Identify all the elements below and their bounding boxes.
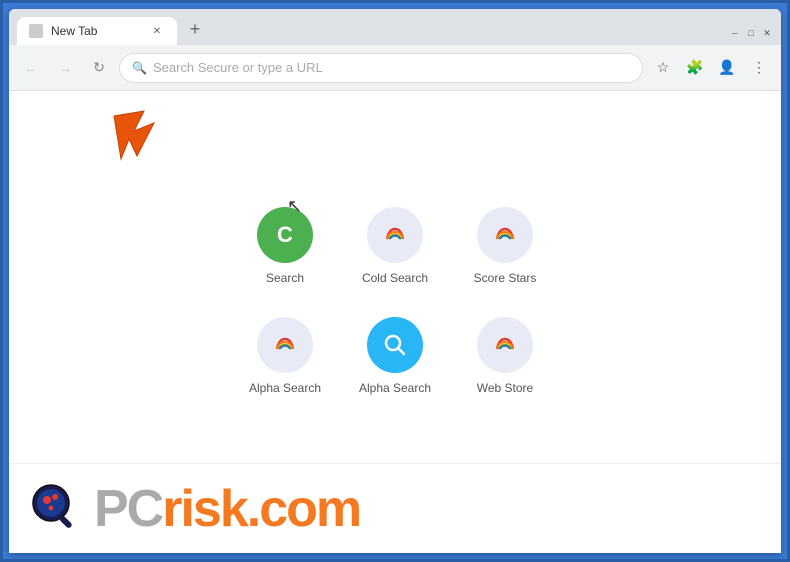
toolbar: ← → ↻ 🔍 Search Secure or type a URL ☆ 🧩 … [9, 45, 781, 91]
watermark: PCrisk.com [9, 463, 781, 553]
new-tab-button[interactable]: + [181, 15, 209, 43]
watermark-text: PCrisk.com [94, 483, 360, 535]
tab-title: New Tab [51, 24, 141, 38]
lock-icon: 🔍 [132, 61, 147, 75]
profile-button[interactable]: 👤 [713, 54, 741, 82]
toolbar-right: ☆ 🧩 👤 ⋮ [649, 54, 773, 82]
maximize-button[interactable] [745, 27, 757, 39]
watermark-brand-orange: risk.com [162, 480, 360, 538]
address-input[interactable]: Search Secure or type a URL [153, 60, 630, 75]
shortcut-search[interactable]: C Search [245, 207, 325, 307]
active-tab[interactable]: New Tab ✕ [17, 17, 177, 45]
forward-button[interactable]: → [51, 54, 79, 82]
address-bar[interactable]: 🔍 Search Secure or type a URL [119, 53, 643, 83]
bookmark-button[interactable]: ☆ [649, 54, 677, 82]
tab-close-button[interactable]: ✕ [149, 23, 165, 39]
close-button[interactable] [761, 27, 773, 39]
shortcut-label-web-store: Web Store [477, 381, 533, 395]
title-bar: New Tab ✕ + [9, 9, 781, 45]
pcrisk-logo-icon [29, 481, 84, 536]
window-controls [729, 27, 773, 39]
arrow-annotation [99, 101, 179, 186]
shortcut-icon-cold-search [367, 207, 423, 263]
shortcut-score-stars[interactable]: Score Stars [465, 207, 545, 307]
arrow-icon [99, 101, 179, 181]
back-button[interactable]: ← [17, 54, 45, 82]
shortcut-label-score-stars: Score Stars [474, 271, 537, 285]
extensions-button[interactable]: 🧩 [681, 54, 709, 82]
shortcut-alpha-search-2[interactable]: Alpha Search [355, 317, 435, 417]
watermark-logo [29, 481, 84, 536]
reload-button[interactable]: ↻ [85, 54, 113, 82]
shortcut-label-cold-search: Cold Search [362, 271, 428, 285]
shortcut-label-search: Search [266, 271, 304, 285]
shortcut-icon-score-stars [477, 207, 533, 263]
page-content: ↖ C Search [9, 91, 781, 553]
browser-window: New Tab ✕ + ← → ↻ 🔍 Search Secure or typ… [9, 9, 781, 553]
shortcut-icon-alpha-search-2 [367, 317, 423, 373]
shortcut-icon-search: C [257, 207, 313, 263]
shortcut-web-store[interactable]: Web Store [465, 317, 545, 417]
tab-favicon [29, 24, 43, 38]
shortcut-alpha-search-1[interactable]: Alpha Search [245, 317, 325, 417]
shortcut-label-alpha-search-2: Alpha Search [359, 381, 431, 395]
shortcut-icon-alpha-search-1 [257, 317, 313, 373]
watermark-brand-gray: PC [94, 480, 162, 538]
shortcut-cold-search[interactable]: Cold Search [355, 207, 435, 307]
shortcut-icon-web-store [477, 317, 533, 373]
shortcuts-grid: C Search Cold Search [245, 207, 545, 417]
menu-button[interactable]: ⋮ [745, 54, 773, 82]
shortcut-label-alpha-search-1: Alpha Search [249, 381, 321, 395]
minimize-button[interactable] [729, 27, 741, 39]
